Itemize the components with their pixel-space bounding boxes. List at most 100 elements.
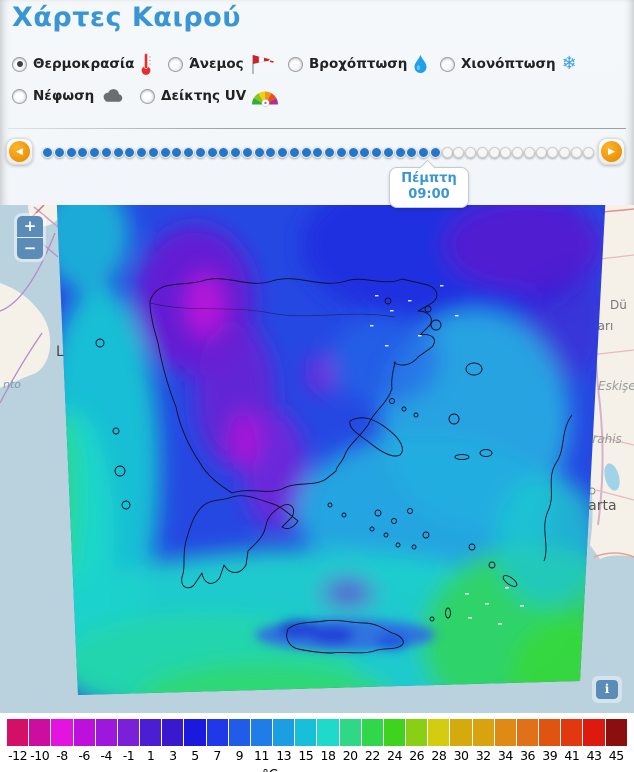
right-arrow-icon: ▶	[601, 141, 622, 162]
timeline-dot[interactable]	[218, 146, 230, 158]
cloud-icon	[100, 87, 124, 105]
layer-option-snow[interactable]: Χιονόπτωση ❄	[440, 52, 577, 76]
timeline-dot[interactable]	[277, 146, 288, 158]
radio-rain[interactable]	[288, 56, 303, 72]
timeline-tooltip: Πέμπτη 09:00	[389, 159, 469, 208]
timeline-prev-button[interactable]: ◀	[6, 138, 33, 165]
timeline-dot[interactable]	[547, 146, 559, 158]
legend-stop: -12	[7, 719, 29, 763]
uv-index-icon	[252, 86, 279, 107]
radio-uv[interactable]	[140, 88, 155, 104]
legend-stop: 20	[339, 719, 361, 763]
legend-stop: 41	[561, 719, 583, 763]
timeline-dot[interactable]	[535, 146, 547, 158]
timeline-dot[interactable]	[359, 146, 371, 158]
timeline-dot[interactable]	[335, 146, 347, 158]
timeline-dot[interactable]	[312, 146, 324, 158]
legend-stop: 7	[206, 719, 228, 763]
layer-option-temperature[interactable]: Θερμοκρασία	[12, 52, 152, 76]
timeline-dot[interactable]	[183, 146, 194, 158]
legend-stop: 45	[605, 719, 627, 763]
snowflake-icon: ❄	[561, 53, 577, 74]
radio-temperature[interactable]	[12, 56, 27, 72]
layer-option-label: Βροχόπτωση	[309, 56, 408, 72]
map-canvas: Brindisi Lecce nto Dü azarı Eskişe karah…	[0, 185, 634, 713]
timeline-dot[interactable]	[136, 146, 147, 158]
layer-option-rain[interactable]: Βροχόπτωση	[288, 52, 428, 76]
timeline-dots[interactable]	[42, 143, 594, 161]
legend-stop: 36	[516, 719, 539, 763]
timeline-dot[interactable]	[194, 146, 206, 158]
timeline-dot[interactable]	[441, 146, 453, 158]
timeline-dot[interactable]	[347, 146, 359, 158]
timeline-dot[interactable]	[429, 146, 441, 158]
timeline-dot[interactable]	[230, 146, 241, 158]
legend-stop: 1	[140, 719, 162, 763]
timeline-dot[interactable]	[500, 146, 512, 158]
timeline-dot[interactable]	[476, 146, 488, 158]
radio-wind[interactable]	[168, 56, 183, 72]
timeline-dot[interactable]	[559, 146, 570, 158]
timeline-dot[interactable]	[300, 146, 312, 158]
timeline-dot[interactable]	[53, 146, 65, 158]
legend-stop: 34	[494, 719, 516, 763]
timeline-dot[interactable]	[171, 146, 183, 158]
timeline-dot[interactable]	[453, 146, 465, 158]
weather-map[interactable]: Brindisi Lecce nto Dü azarı Eskişe karah…	[0, 185, 634, 713]
radio-cloud[interactable]	[12, 88, 27, 104]
layer-option-uv[interactable]: Δείκτης UV	[140, 84, 279, 108]
timeline-dot[interactable]	[582, 146, 594, 158]
legend-stop: 32	[472, 719, 494, 763]
timeline-dot[interactable]	[206, 146, 218, 158]
legend-stop: 3	[162, 719, 184, 763]
legend-stop: -6	[73, 719, 95, 763]
legend-stop: 24	[383, 719, 406, 763]
zoom-in-button[interactable]: +	[17, 216, 43, 238]
timeline-dot[interactable]	[265, 146, 277, 158]
timeline-dot[interactable]	[512, 146, 523, 158]
timeline-dot[interactable]	[324, 146, 335, 158]
timeline-dot[interactable]	[488, 146, 500, 158]
legend-stop: 22	[361, 719, 383, 763]
map-zoom-control: + −	[14, 213, 46, 262]
timeline-dot[interactable]	[382, 146, 394, 158]
timeline-dot[interactable]	[570, 146, 582, 158]
layer-option-label: Χιονόπτωση	[461, 56, 556, 72]
legend-stop: 39	[539, 719, 561, 763]
timeline-dot[interactable]	[65, 146, 77, 158]
divider	[8, 128, 626, 129]
radio-snow[interactable]	[440, 56, 455, 72]
timeline-dot[interactable]	[77, 146, 89, 158]
legend-stop: -4	[95, 719, 117, 763]
timeline-dot[interactable]	[100, 146, 112, 158]
timeline-dot[interactable]	[406, 146, 418, 158]
svg-text:Dü: Dü	[610, 298, 627, 312]
timeline-next-button[interactable]: ▶	[598, 138, 625, 165]
timeline-dot[interactable]	[124, 146, 136, 158]
layer-option-cloud[interactable]: Νέφωση	[12, 84, 124, 108]
raindrop-icon	[413, 54, 428, 75]
timeline-dot[interactable]	[523, 146, 535, 158]
timeline-dot[interactable]	[371, 146, 382, 158]
layer-option-wind[interactable]: Άνεμος	[168, 52, 276, 76]
timeline-dot[interactable]	[394, 146, 406, 158]
timeline-dot[interactable]	[465, 146, 476, 158]
zoom-out-button[interactable]: −	[17, 238, 43, 259]
timeline-dot[interactable]	[253, 146, 265, 158]
timeline-dot[interactable]	[418, 146, 429, 158]
layer-option-label: Άνεμος	[189, 56, 244, 72]
legend-stop: 9	[228, 719, 250, 763]
timeline-dot[interactable]	[288, 146, 300, 158]
timeline-dot[interactable]	[241, 146, 253, 158]
tooltip-day: Πέμπτη	[401, 171, 457, 186]
legend-stop: -8	[51, 719, 73, 763]
timeline-dot[interactable]	[42, 146, 53, 158]
svg-text:Eskişe: Eskişe	[598, 379, 634, 393]
info-button[interactable]: i	[596, 680, 618, 699]
legend-scale: -12 -10 -8 -6 -4 -1 1 3 5 7 9 11 13 15 18 20 22 24 26 28 30 3…	[7, 719, 627, 763]
timeline-dot[interactable]	[159, 146, 171, 158]
timeline-dot[interactable]	[112, 146, 124, 158]
timeline-dot[interactable]	[89, 146, 100, 158]
timeline-dot[interactable]	[147, 146, 159, 158]
layer-option-label: Δείκτης UV	[161, 88, 247, 104]
